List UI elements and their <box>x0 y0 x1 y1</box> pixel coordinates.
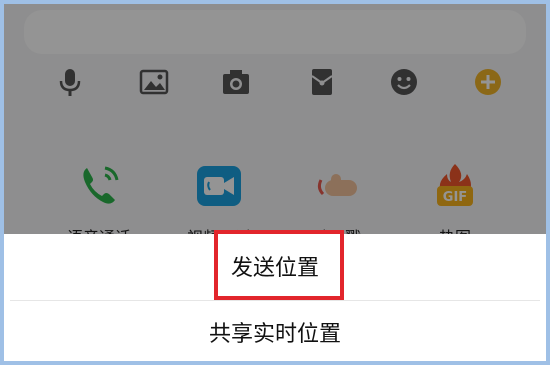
highlight-box <box>214 230 344 300</box>
modal-overlay[interactable] <box>4 4 546 234</box>
screenshot-frame: 语音通话 视频通话 戳一戳 GIF <box>0 0 550 365</box>
share-live-location-button[interactable]: 共享实时位置 <box>10 300 540 361</box>
